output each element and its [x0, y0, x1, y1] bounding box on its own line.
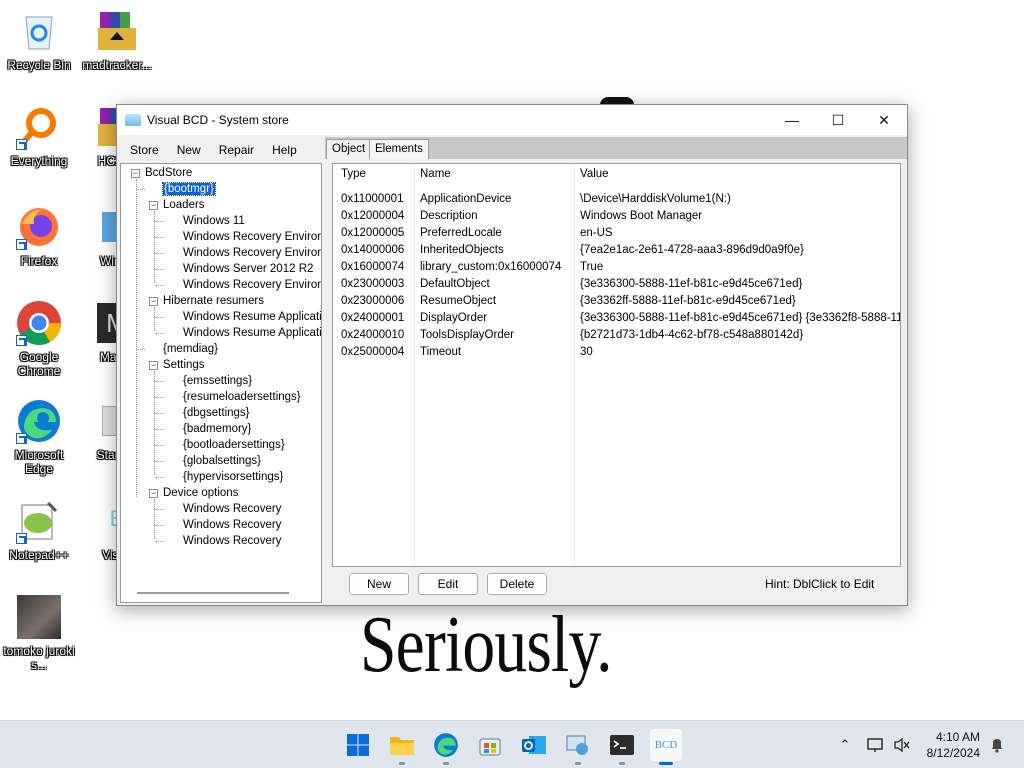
collapse-toggle[interactable]: −: [131, 169, 140, 178]
visual-bcd-window: Visual BCD - System store — ☐ ✕ Store Ne…: [116, 104, 908, 606]
everything-icon: [16, 104, 62, 150]
tree-node-bcdstore[interactable]: BcdStore: [145, 165, 192, 181]
title-bar[interactable]: Visual BCD - System store — ☐ ✕: [117, 105, 907, 135]
tree-horizontal-scrollbar[interactable]: [137, 592, 289, 594]
chevron-up-icon[interactable]: ⌃: [834, 721, 856, 768]
winrar-archive-icon: [94, 8, 140, 54]
table-row[interactable]: 0x24000001 DisplayOrder {3e336300-5888-11e…: [333, 310, 900, 327]
edit-button[interactable]: Edit: [418, 573, 478, 595]
notification-bell-icon[interactable]: [986, 721, 1008, 768]
taskbar: BCD ⌃ 4:10 AM 8/12/2024: [0, 720, 1024, 768]
tree-node-setting[interactable]: {emssettings}: [183, 373, 252, 389]
collapse-toggle[interactable]: −: [149, 361, 158, 370]
hint-text: Hint: DblClick to Edit: [765, 577, 875, 591]
table-row[interactable]: 0x16000074 library_custom:0x16000074 True: [333, 259, 900, 276]
tree-node-loader[interactable]: Windows Recovery Environm: [183, 277, 321, 293]
desktop-icon-madtracker[interactable]: madtracker...: [78, 8, 156, 72]
volume-muted-icon[interactable]: [890, 721, 914, 768]
tree-node-loaders[interactable]: Loaders: [163, 197, 205, 213]
desktop-icon-google-chrome[interactable]: Google Chrome: [0, 300, 78, 378]
tab-strip: Object Elements: [325, 137, 907, 159]
tree-node-resumer[interactable]: Windows Resume Application: [183, 325, 321, 341]
control-panel-icon[interactable]: [562, 729, 594, 765]
delete-button[interactable]: Delete: [487, 573, 547, 595]
tree-node-setting[interactable]: {badmemory}: [183, 421, 251, 437]
wallpaper-text: Seriously.: [360, 601, 613, 689]
chrome-icon: [16, 300, 62, 346]
tree-node-hibernate-resumers[interactable]: Hibernate resumers: [163, 293, 264, 309]
tree-node-device[interactable]: Windows Recovery: [183, 517, 281, 533]
network-icon[interactable]: [864, 721, 888, 768]
close-button[interactable]: ✕: [861, 105, 907, 135]
table-row[interactable]: 0x12000004 Description Windows Boot Manage…: [333, 208, 900, 225]
table-row[interactable]: 0x24000010 ToolsDisplayOrder {b2721d73-1db…: [333, 327, 900, 344]
elements-list[interactable]: Type Name Value 0x11000001 ApplicationDev…: [332, 163, 901, 567]
minimize-button[interactable]: —: [769, 105, 815, 135]
tree-node-setting[interactable]: {resumeloadersettings}: [183, 389, 301, 405]
table-row[interactable]: 0x12000005 PreferredLocale en-US: [333, 225, 900, 242]
tree-node-device[interactable]: Windows Recovery: [183, 501, 281, 517]
tree-node-memdiag[interactable]: {memdiag}: [163, 341, 218, 357]
tree-node-setting[interactable]: {bootloadersettings}: [183, 437, 285, 453]
menu-bar: Store New Repair Help: [121, 139, 323, 161]
column-header-name[interactable]: Name: [420, 168, 451, 180]
tree-node-setting[interactable]: {hypervisorsettings}: [183, 469, 283, 485]
tree-node-bootmgr[interactable]: {bootmgr}: [162, 181, 216, 197]
tree-node-device-options[interactable]: Device options: [163, 485, 238, 501]
tree-node-setting[interactable]: {globalsettings}: [183, 453, 261, 469]
visual-bcd-app-icon: [125, 114, 141, 126]
table-row[interactable]: 0x11000001 ApplicationDevice \Device\Hardd…: [333, 191, 900, 208]
tree-node-loader[interactable]: Windows Server 2012 R2: [183, 261, 313, 277]
menu-help[interactable]: Help: [263, 140, 306, 160]
clock-time: 4:10 AM: [935, 730, 980, 744]
outlook-icon[interactable]: [518, 729, 550, 761]
new-button[interactable]: New: [349, 573, 409, 595]
image-file-icon: [16, 594, 62, 640]
column-header-type[interactable]: Type: [341, 168, 366, 180]
desktop-icon-recycle-bin[interactable]: Recycle Bin: [0, 8, 78, 72]
firefox-icon: [16, 204, 62, 250]
terminal-icon[interactable]: [606, 729, 638, 765]
tree-node-loader[interactable]: Windows 11: [183, 213, 245, 229]
desktop-icon-tomoko[interactable]: tomoko juroki s...: [0, 594, 78, 672]
desktop-icon-notepadpp[interactable]: Notepad++: [0, 498, 78, 562]
maximize-button[interactable]: ☐: [815, 105, 861, 135]
start-icon[interactable]: [342, 729, 374, 761]
tree-node-device[interactable]: Windows Recovery: [183, 533, 281, 549]
file-explorer-icon[interactable]: [386, 729, 418, 765]
column-header-value[interactable]: Value: [580, 168, 609, 180]
table-row[interactable]: 0x23000006 ResumeObject {3e3362ff-5888-11e…: [333, 293, 900, 310]
store-icon[interactable]: [474, 729, 506, 761]
tree-node-resumer[interactable]: Windows Resume Application: [183, 309, 321, 325]
edge-icon[interactable]: [430, 729, 462, 765]
table-row[interactable]: 0x14000006 InheritedObjects {7ea2e1ac-2e61…: [333, 242, 900, 259]
system-clock[interactable]: 4:10 AM 8/12/2024: [927, 729, 980, 761]
menu-new[interactable]: New: [168, 140, 210, 160]
collapse-toggle[interactable]: −: [149, 297, 158, 306]
tree-node-loader[interactable]: Windows Recovery Environm: [183, 229, 321, 245]
tree-node-settings[interactable]: Settings: [163, 357, 205, 373]
window-title: Visual BCD - System store: [147, 113, 289, 127]
table-row[interactable]: 0x23000003 DefaultObject {3e336300-5888-11…: [333, 276, 900, 293]
notepadpp-icon: [16, 498, 62, 544]
table-row[interactable]: 0x25000004 Timeout 30: [333, 344, 900, 361]
menu-repair[interactable]: Repair: [210, 140, 263, 160]
tree-node-setting[interactable]: {dbgsettings}: [183, 405, 250, 421]
visual-bcd-icon[interactable]: BCD: [650, 729, 682, 765]
tab-object[interactable]: Object: [326, 139, 372, 159]
tab-elements[interactable]: Elements: [369, 139, 429, 159]
menu-store[interactable]: Store: [121, 140, 168, 160]
recycle-bin-icon: [16, 8, 62, 54]
desktop-icon-microsoft-edge[interactable]: Microsoft Edge: [0, 398, 78, 476]
edge-icon: [16, 398, 62, 444]
desktop-icon-firefox[interactable]: Firefox: [0, 204, 78, 268]
bcd-tree[interactable]: − BcdStore {bootmgr} − Loaders Windows 1…: [120, 163, 322, 603]
desktop-icon-everything[interactable]: Everything: [0, 104, 78, 168]
collapse-toggle[interactable]: −: [149, 489, 158, 498]
list-header: Type Name Value: [333, 164, 900, 186]
tree-node-loader[interactable]: Windows Recovery Environm: [183, 245, 321, 261]
clock-date: 8/12/2024: [926, 746, 980, 760]
collapse-toggle[interactable]: −: [149, 201, 158, 210]
